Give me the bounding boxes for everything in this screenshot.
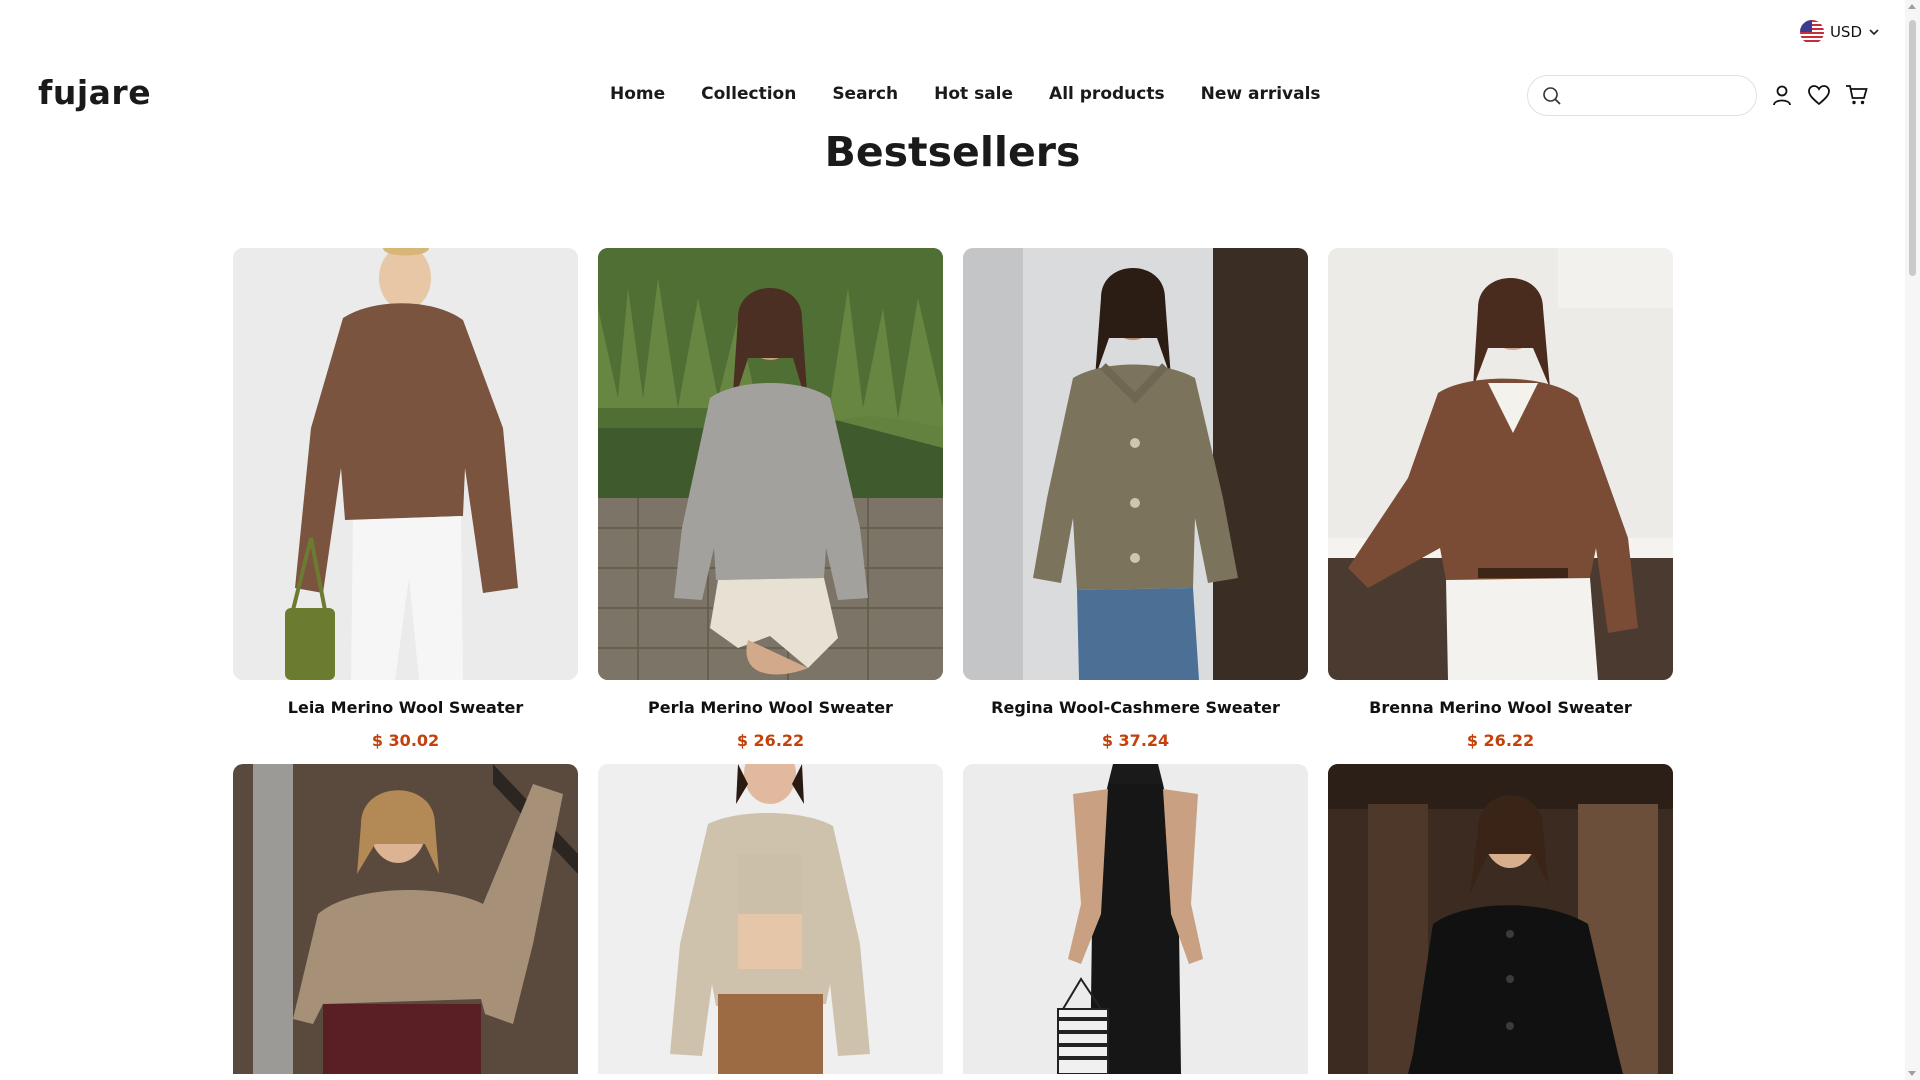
product-image[interactable]: [963, 764, 1308, 1074]
product-image[interactable]: [233, 764, 578, 1074]
product-name[interactable]: Perla Merino Wool Sweater: [598, 698, 943, 717]
product-grid: Leia Merino Wool Sweater $ 30.02 Perla M…: [233, 248, 1673, 1074]
product-card[interactable]: Regina Wool-Cashmere Sweater $ 37.24: [963, 248, 1308, 764]
product-image[interactable]: [963, 248, 1308, 680]
product-price: $ 37.24: [1101, 731, 1170, 750]
product-card[interactable]: Leia Merino Wool Sweater $ 30.02: [233, 248, 578, 764]
search-box[interactable]: [1527, 75, 1757, 116]
scrollbar-thumb[interactable]: [1909, 20, 1916, 276]
search-icon: [1542, 86, 1562, 106]
currency-selector[interactable]: USD: [1799, 20, 1880, 44]
site-logo[interactable]: fujare: [38, 73, 151, 112]
product-name[interactable]: Brenna Merino Wool Sweater: [1328, 698, 1673, 717]
product-image[interactable]: [233, 248, 578, 680]
product-name[interactable]: Leia Merino Wool Sweater: [233, 698, 578, 717]
product-card[interactable]: [963, 764, 1308, 1074]
product-card[interactable]: Perla Merino Wool Sweater $ 26.22: [598, 248, 943, 764]
product-price: $ 26.22: [1466, 731, 1535, 750]
product-price: $ 26.22: [736, 731, 805, 750]
product-name[interactable]: Regina Wool-Cashmere Sweater: [963, 698, 1308, 717]
wishlist-heart-icon[interactable]: [1807, 84, 1831, 106]
product-image[interactable]: [1328, 248, 1673, 680]
currency-label: USD: [1829, 23, 1862, 41]
nav-home[interactable]: Home: [610, 84, 665, 104]
header-icons: [1771, 84, 1869, 106]
product-image[interactable]: [1328, 764, 1673, 1074]
scroll-up-arrow-icon[interactable]: [1908, 4, 1916, 9]
product-card[interactable]: Brenna Merino Wool Sweater $ 26.22: [1328, 248, 1673, 764]
cart-icon[interactable]: [1845, 84, 1869, 106]
product-card[interactable]: [598, 764, 943, 1074]
nav-all-products[interactable]: All products: [1049, 84, 1165, 104]
nav-search[interactable]: Search: [832, 84, 898, 104]
nav-collection[interactable]: Collection: [701, 84, 796, 104]
product-price: $ 30.02: [371, 731, 440, 750]
product-card[interactable]: [233, 764, 578, 1074]
search-input[interactable]: [1570, 85, 1744, 106]
page: USD fujare Home Collection Search Hot sa…: [0, 0, 1920, 1080]
account-icon[interactable]: [1771, 84, 1793, 106]
us-flag-icon: [1799, 20, 1824, 44]
main-nav: Home Collection Search Hot sale All prod…: [610, 84, 1321, 104]
scroll-down-arrow-icon[interactable]: [1908, 1071, 1916, 1076]
nav-hot-sale[interactable]: Hot sale: [934, 84, 1013, 104]
product-image[interactable]: [598, 248, 943, 680]
page-title: Bestsellers: [824, 128, 1081, 176]
nav-new-arrivals[interactable]: New arrivals: [1201, 84, 1321, 104]
chevron-down-icon: [1868, 26, 1880, 38]
page-scrollbar[interactable]: [1905, 0, 1920, 1080]
product-card[interactable]: [1328, 764, 1673, 1074]
product-image[interactable]: [598, 764, 943, 1074]
